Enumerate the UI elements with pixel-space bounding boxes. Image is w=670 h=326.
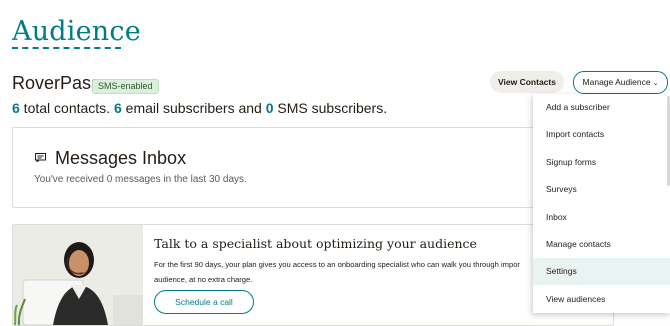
sms-enabled-badge: SMS-enabled: [92, 79, 159, 94]
view-contacts-button[interactable]: View Contacts: [490, 71, 564, 93]
messages-inbox-title: Messages Inbox: [55, 148, 187, 168]
specialist-promo-card: Talk to a specialist about optimizing yo…: [12, 224, 614, 326]
promo-body: For the first 90 days, your plan gives y…: [154, 260, 520, 284]
total-contacts-link[interactable]: 6: [12, 100, 20, 116]
sms-subscribers-label: SMS subscribers.: [273, 100, 388, 116]
messages-inbox-card: Messages Inbox You've received 0 message…: [12, 127, 594, 208]
menu-item-inbox[interactable]: Inbox: [533, 204, 670, 231]
subscriber-counts: 6 total contacts. 6 email subscribers an…: [12, 100, 387, 116]
email-subscribers-label: email subscribers and: [121, 100, 266, 116]
promo-title: Talk to a specialist about optimizing yo…: [154, 236, 477, 251]
menu-item-manage-contacts[interactable]: Manage contacts: [533, 231, 670, 258]
sms-subscribers-link[interactable]: 0: [266, 100, 274, 116]
audience-name: RoverPass: [12, 73, 101, 93]
messages-inbox-subtitle: You've received 0 messages in the last 3…: [34, 174, 247, 185]
menu-item-surveys[interactable]: Surveys: [533, 176, 670, 203]
menu-item-import-contacts[interactable]: Import contacts: [533, 121, 670, 148]
menu-item-view-audiences[interactable]: View audiences: [533, 286, 670, 313]
menu-item-settings[interactable]: Settings: [533, 258, 670, 286]
manage-audience-menu: Add a subscriber Import contacts Signup …: [533, 94, 670, 313]
email-subscribers-link[interactable]: 6: [114, 100, 122, 116]
chevron-down-icon: ⌄: [652, 80, 659, 87]
menu-item-signup-forms[interactable]: Signup forms: [533, 149, 670, 176]
schedule-call-button[interactable]: Schedule a call: [154, 290, 254, 314]
specialist-photo: [13, 225, 143, 325]
chat-icon: [35, 153, 46, 162]
page-title: Audience: [12, 16, 141, 47]
manage-audience-button[interactable]: Manage Audience ⌄: [573, 71, 668, 94]
total-contacts-label: total contacts.: [19, 100, 114, 116]
manage-audience-label: Manage Audience: [582, 77, 651, 87]
menu-item-add-subscriber[interactable]: Add a subscriber: [533, 94, 670, 121]
title-underline: [12, 47, 121, 49]
